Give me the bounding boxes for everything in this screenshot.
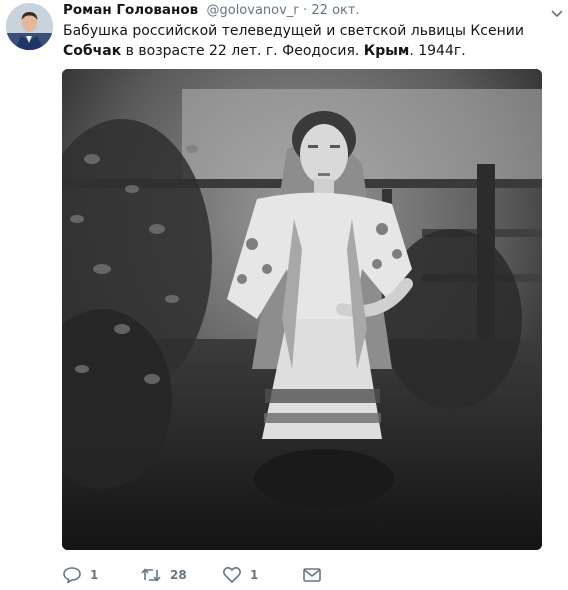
hashtag-sobchak[interactable]: Собчак — [63, 43, 121, 59]
tweet-header: Роман Голованов @golovanov_r · 22 окт. — [63, 1, 360, 19]
reply-count: 1 — [90, 568, 99, 582]
author-name[interactable]: Роман Голованов — [63, 2, 198, 18]
tweet-text-part: . 1944г. — [409, 43, 466, 59]
reply-icon — [62, 566, 82, 584]
tweet: Роман Голованов @golovanov_r · 22 окт. Б… — [0, 0, 568, 590]
author-handle[interactable]: @golovanov_r — [206, 3, 298, 18]
avatar[interactable] — [6, 3, 53, 50]
tweet-text-part: Бабушка российской телеведущей и светско… — [63, 23, 524, 39]
reply-button[interactable]: 1 — [62, 565, 98, 585]
retweet-count: 28 — [170, 568, 187, 582]
hashtag-crimea[interactable]: Крым — [364, 43, 410, 59]
separator-dot: · — [302, 3, 308, 18]
tweet-text: Бабушка российской телеведущей и светско… — [63, 21, 543, 61]
tweet-photo[interactable] — [62, 69, 542, 550]
retweet-icon — [140, 566, 162, 584]
chevron-down-icon[interactable] — [551, 4, 563, 17]
heart-icon — [222, 566, 242, 584]
like-count: 1 — [250, 568, 259, 582]
like-button[interactable]: 1 — [222, 565, 258, 585]
message-button[interactable] — [302, 565, 322, 585]
retweet-button[interactable]: 28 — [140, 565, 187, 585]
envelope-icon — [302, 566, 322, 584]
timestamp[interactable]: 22 окт. — [311, 3, 359, 18]
tweet-text-part: в возрасте 22 лет. г. Феодосия. — [121, 43, 364, 59]
